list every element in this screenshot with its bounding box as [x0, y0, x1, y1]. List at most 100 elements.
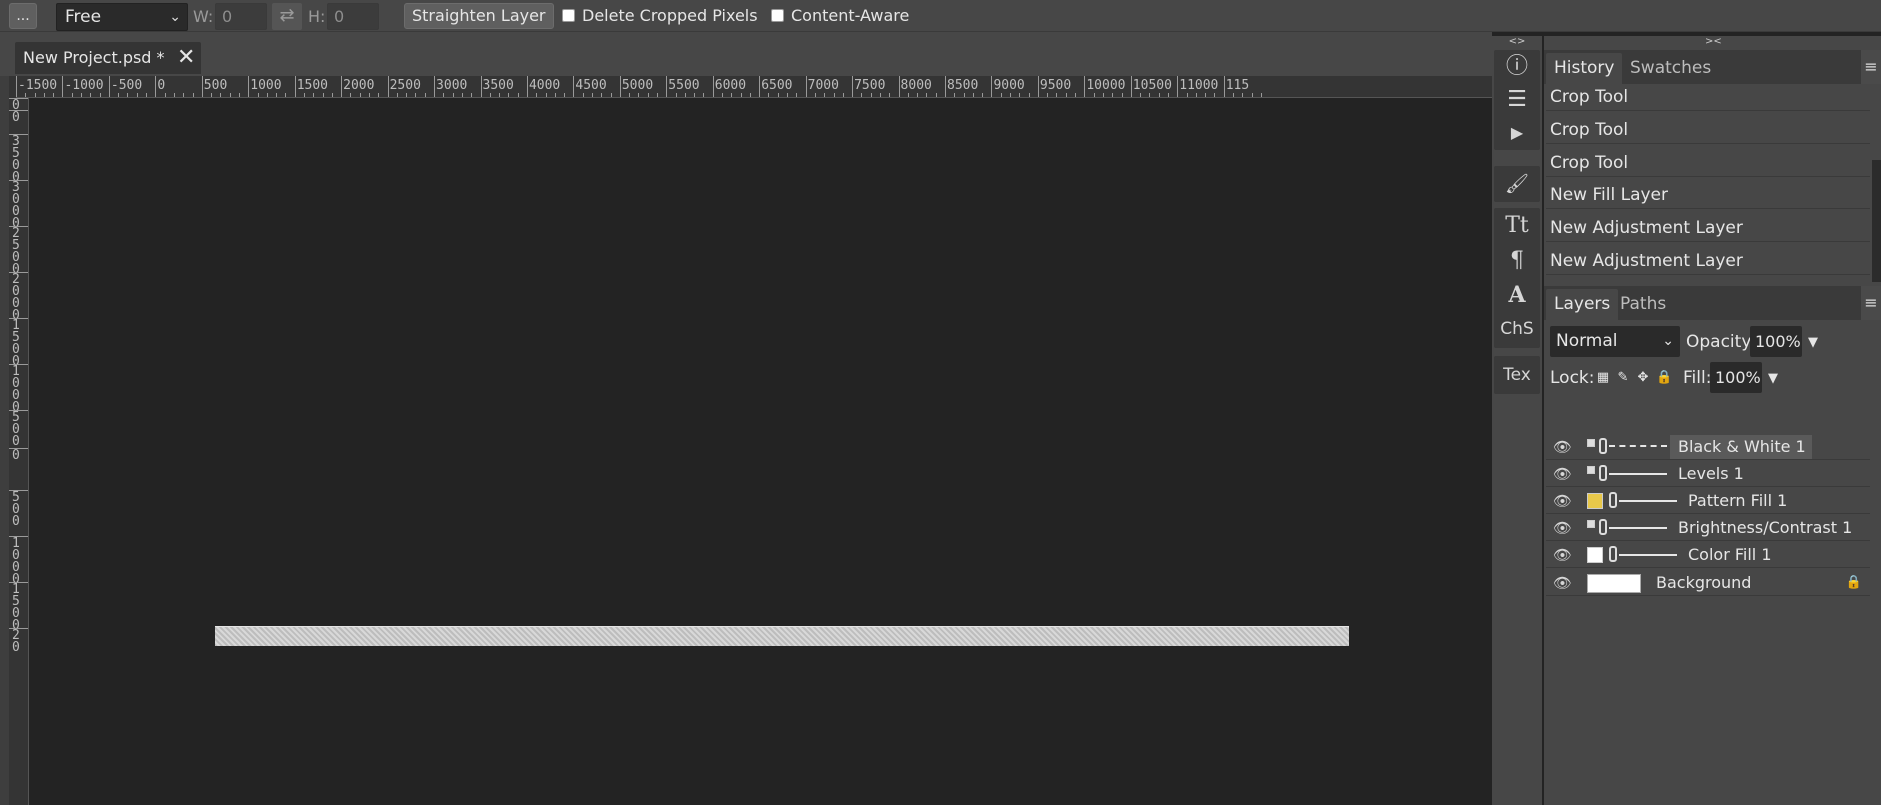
layer-row[interactable]: 👁 Background 🔒 [1546, 570, 1870, 596]
lock-position-icon[interactable]: ✥ [1636, 371, 1650, 385]
fill-dropdown-icon[interactable]: ▼ [1768, 371, 1778, 386]
icon-group-type: Tt ¶ A ChS [1494, 208, 1540, 348]
collapse-panels-icon[interactable]: >< [1544, 36, 1881, 50]
blend-mode-select[interactable]: Normal ⌄ [1550, 326, 1680, 357]
ruler-minor-tick [731, 93, 733, 97]
ruler-minor-tick [127, 93, 129, 97]
color-thumbnail [1587, 547, 1603, 563]
history-item[interactable]: Crop Tool [1546, 117, 1870, 144]
history-item[interactable]: Crop Tool [1546, 150, 1870, 177]
canvas-area[interactable] [30, 98, 1492, 805]
layers-menu-icon[interactable]: ≡ [1861, 286, 1881, 320]
link-icon [1609, 492, 1617, 508]
tab-swatches[interactable]: Swatches [1622, 53, 1719, 84]
fill-label: Fill: [1683, 368, 1712, 388]
ruler-minor-tick [452, 93, 454, 97]
layer-row[interactable]: 👁 Black & White 1 [1546, 434, 1870, 460]
collapse-icon[interactable]: <> [1492, 36, 1542, 50]
mask-thumbnail [1619, 554, 1677, 556]
ruler-label: -500 [110, 78, 143, 93]
ruler-minor-tick [963, 93, 965, 97]
chevron-down-icon: ⌄ [1662, 333, 1674, 349]
ruler-label: 6500 [761, 78, 793, 93]
straighten-layer-button[interactable]: Straighten Layer [404, 3, 554, 29]
layer-name: Pattern Fill 1 [1688, 491, 1788, 510]
ruler-minor-tick [1010, 93, 1012, 97]
ruler-minor-tick [266, 93, 268, 97]
texture-button[interactable]: Tex [1494, 358, 1540, 392]
ruler-minor-tick [917, 93, 919, 97]
ruler-minor-tick [684, 93, 686, 97]
swap-dimensions-icon[interactable]: ⇄ [272, 3, 302, 30]
visibility-eye-icon[interactable]: 👁 [1553, 574, 1572, 592]
layer-row[interactable]: 👁 Pattern Fill 1 [1546, 488, 1870, 514]
ruler-minor-tick [1047, 93, 1049, 97]
visibility-eye-icon[interactable]: 👁 [1553, 519, 1572, 537]
history-item[interactable]: New Adjustment Layer [1546, 248, 1870, 275]
width-input[interactable]: 0 [215, 3, 267, 30]
layer-row[interactable]: 👁 Brightness/Contrast 1 [1546, 515, 1870, 541]
ruler-minor-tick [406, 93, 408, 97]
history-item[interactable]: New Adjustment Layer [1546, 215, 1870, 242]
character-style-button[interactable]: ChS [1494, 312, 1540, 346]
horizontal-ruler[interactable]: -1500 -1000 -500 0 500 1000 1500 2000 2500 3000 35… [16, 76, 1492, 98]
ruler-minor-tick [257, 93, 259, 97]
visibility-eye-icon[interactable]: 👁 [1553, 438, 1572, 456]
background-thumbnail [1587, 574, 1641, 593]
vertical-ruler[interactable]: 003 5 0 03 0 0 02 5 0 02 0 0 01 5 0 01 0… [9, 98, 29, 805]
ruler-minor-tick [536, 93, 538, 97]
options-bar: ... Free ⌄ W: 0 ⇄ H: 0 Straighten Layer … [0, 0, 1881, 32]
history-menu-icon[interactable]: ≡ [1861, 50, 1881, 84]
visibility-eye-icon[interactable]: 👁 [1553, 492, 1572, 510]
ruler-minor-tick [1065, 93, 1067, 97]
opacity-input[interactable]: 100% [1750, 326, 1802, 357]
tab-layers[interactable]: Layers [1546, 289, 1619, 320]
adjustments-icon[interactable]: ☰ [1494, 83, 1540, 117]
ruler-minor-tick [749, 93, 751, 97]
image-layer-strip [215, 626, 1349, 646]
visibility-eye-icon[interactable]: 👁 [1553, 546, 1572, 564]
ruler-minor-tick [146, 93, 148, 97]
history-item[interactable]: Crop Tool [1546, 84, 1870, 111]
ruler-minor-tick [1195, 93, 1197, 97]
text-icon[interactable]: Tt [1494, 209, 1540, 243]
ruler-label: 1 0 0 0 [12, 364, 20, 415]
tab-history[interactable]: History [1546, 53, 1623, 84]
layer-row[interactable]: 👁 Color Fill 1 [1546, 542, 1870, 568]
fill-input[interactable]: 100% [1710, 362, 1762, 393]
lock-brush-icon[interactable]: ✎ [1616, 371, 1630, 385]
visibility-eye-icon[interactable]: 👁 [1553, 465, 1572, 483]
delete-cropped-checkbox[interactable] [562, 9, 575, 22]
link-icon [1609, 546, 1617, 562]
lock-all-icon[interactable]: 🔒 [1656, 371, 1672, 385]
play-icon[interactable]: ▶ [1494, 116, 1540, 150]
width-label: W: [193, 7, 214, 26]
history-scrollbar[interactable] [1872, 160, 1881, 282]
ruler-minor-tick [81, 93, 83, 97]
history-item[interactable]: New Fill Layer [1546, 182, 1870, 209]
ruler-label: 7000 [807, 78, 839, 93]
ruler-minor-tick [889, 93, 891, 97]
lock-transparency-icon[interactable]: ▦ [1596, 371, 1610, 385]
ruler-minor-tick [564, 93, 566, 97]
crop-ratio-select[interactable]: Free ⌄ [56, 3, 188, 31]
close-icon[interactable]: ✕ [177, 45, 195, 70]
ruler-minor-tick [517, 93, 519, 97]
paragraph-icon[interactable]: ¶ [1494, 244, 1540, 278]
layer-name: Color Fill 1 [1688, 545, 1772, 564]
document-tab[interactable]: New Project.psd * ✕ [15, 42, 201, 74]
content-aware-checkbox[interactable] [771, 9, 784, 22]
ruler-tick [991, 76, 993, 97]
tab-paths[interactable]: Paths [1612, 289, 1674, 320]
opacity-dropdown-icon[interactable]: ▼ [1808, 335, 1818, 350]
glyph-icon[interactable]: A [1494, 278, 1540, 312]
layer-name: Background [1656, 573, 1752, 592]
ruler-minor-tick [982, 93, 984, 97]
ruler-tick [62, 76, 64, 97]
layer-row[interactable]: 👁 Levels 1 [1546, 461, 1870, 487]
brush-icon[interactable]: 🖌 [1494, 167, 1540, 201]
ruler-minor-tick [136, 93, 138, 97]
more-options-button[interactable]: ... [9, 3, 37, 29]
height-input[interactable]: 0 [327, 3, 379, 30]
info-icon[interactable]: ⓘ [1494, 50, 1540, 84]
